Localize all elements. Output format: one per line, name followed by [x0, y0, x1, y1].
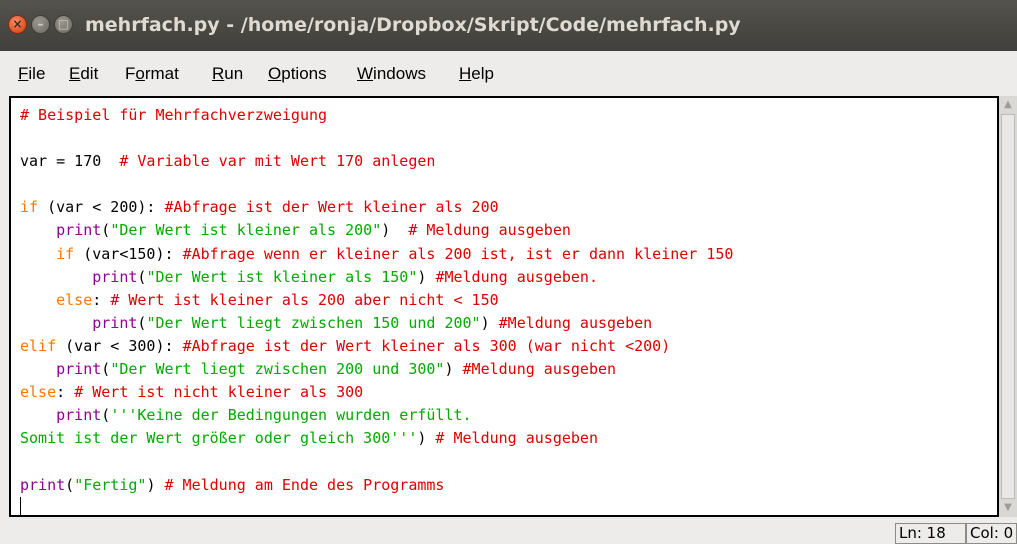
- code-token: if: [20, 198, 39, 217]
- maximize-window-button[interactable]: □: [54, 15, 73, 34]
- code-token: var = 170: [20, 152, 120, 171]
- code-line[interactable]: # Beispiel für Mehrfachverzweigung: [20, 106, 327, 124]
- maximize-icon: □: [57, 17, 70, 31]
- code-line[interactable]: print('''Keine der Bedingungen wurden er…: [20, 406, 472, 425]
- menu-run[interactable]: Run: [212, 51, 243, 95]
- column-indicator: Col: 0: [966, 523, 1017, 544]
- code-token: "Der Wert liegt zwischen 200 und 300": [110, 360, 445, 379]
- code-token: # Variable var mit Wert 170 anlegen: [119, 152, 436, 171]
- code-token: # Beispiel für Mehrfachverzweigung: [20, 106, 328, 124]
- code-token: elif: [20, 336, 57, 355]
- code-token: ): [417, 267, 436, 286]
- minimize-icon: –: [37, 17, 44, 31]
- code-token: :: [92, 290, 111, 309]
- code-token: print: [56, 406, 102, 425]
- code-token: "Der Wert ist kleiner als 150": [146, 267, 418, 286]
- menu-windows[interactable]: Windows: [357, 51, 426, 95]
- scroll-down-arrow-icon[interactable]: ▼: [999, 500, 1017, 516]
- code-token: Somit ist der Wert größer oder gleich 30…: [20, 429, 418, 448]
- text-cursor: [20, 496, 21, 515]
- code-token: #Abfrage ist der Wert kleiner als 200: [164, 198, 499, 217]
- code-token: # Meldung ausgeben: [408, 221, 571, 240]
- code-token: print: [56, 360, 102, 379]
- code-line[interactable]: print("Der Wert liegt zwischen 150 und 2…: [20, 314, 652, 332]
- code-line[interactable]: if (var < 200): #Abfrage ist der Wert kl…: [20, 198, 499, 216]
- code-token: #Abfrage wenn er kleiner als 200 ist, is…: [182, 244, 734, 263]
- code-token: #Meldung ausgeben: [462, 360, 617, 379]
- code-token: ): [480, 313, 499, 332]
- code-token: # Wert ist nicht kleiner als 300: [74, 383, 364, 402]
- code-token: ): [444, 360, 463, 379]
- code-token: # Wert ist kleiner als 200 aber nicht < …: [110, 290, 499, 309]
- code-token: (: [101, 221, 111, 240]
- code-token: print: [92, 267, 138, 286]
- code-token: print: [56, 221, 102, 240]
- scroll-up-arrow-icon[interactable]: ▲: [999, 97, 1017, 113]
- menu-options[interactable]: Options: [268, 51, 327, 95]
- code-token: # Meldung ausgeben: [435, 429, 598, 448]
- code-line[interactable]: else: # Wert ist nicht kleiner als 300: [20, 383, 363, 401]
- code-line[interactable]: print("Der Wert ist kleiner als 200") # …: [20, 221, 571, 239]
- close-icon: ×: [12, 17, 23, 31]
- code-editor[interactable]: # Beispiel für Mehrfachverzweigung var =…: [9, 96, 999, 517]
- code-token: (: [101, 406, 111, 425]
- code-token: (var < 300):: [56, 336, 183, 355]
- code-line[interactable]: if (var<150): #Abfrage wenn er kleiner a…: [20, 245, 733, 263]
- menu-bar: File Edit Format Run Options Windows Hel…: [0, 51, 1017, 95]
- menu-format[interactable]: Format: [125, 51, 179, 95]
- code-line[interactable]: else: # Wert ist kleiner als 200 aber ni…: [20, 291, 499, 309]
- menu-file[interactable]: File: [18, 51, 45, 95]
- code-line[interactable]: Somit ist der Wert größer oder gleich 30…: [20, 429, 598, 447]
- code-token: print: [92, 313, 138, 332]
- code-token: (var<150):: [74, 244, 183, 263]
- code-token: "Fertig": [74, 475, 147, 494]
- code-token: #Meldung ausgeben: [498, 313, 653, 332]
- minimize-window-button[interactable]: –: [31, 15, 50, 34]
- vertical-scrollbar[interactable]: ▲ ▼: [999, 96, 1017, 517]
- code-line[interactable]: [20, 496, 21, 515]
- menu-help[interactable]: Help: [459, 51, 494, 95]
- code-token: # Meldung am Ende des Programms: [164, 475, 445, 494]
- code-token: "Der Wert ist kleiner als 200": [110, 221, 382, 240]
- code-token: else: [20, 383, 57, 402]
- code-token: (: [65, 475, 75, 494]
- code-token: if: [56, 244, 75, 263]
- code-token: print: [20, 475, 66, 494]
- code-text[interactable]: # Beispiel für Mehrfachverzweigung var =…: [20, 104, 733, 515]
- code-token: (: [101, 360, 111, 379]
- code-token: ): [146, 475, 165, 494]
- code-token: :: [56, 383, 75, 402]
- code-line[interactable]: print("Der Wert ist kleiner als 150") #M…: [20, 268, 598, 286]
- code-token: else: [56, 290, 93, 309]
- code-token: '''Keine der Bedingungen wurden erfüllt.: [110, 406, 472, 425]
- scrollbar-thumb[interactable]: [1001, 114, 1015, 499]
- code-token: #Abfrage ist der Wert kleiner als 300 (w…: [182, 336, 671, 355]
- code-token: ): [381, 221, 409, 240]
- code-line[interactable]: var = 170 # Variable var mit Wert 170 an…: [20, 152, 435, 170]
- close-window-button[interactable]: ×: [8, 15, 27, 34]
- window-title: mehrfach.py - /home/ronja/Dropbox/Skript…: [85, 14, 741, 36]
- code-line[interactable]: elif (var < 300): #Abfrage ist der Wert …: [20, 337, 670, 355]
- code-token: "Der Wert liegt zwischen 150 und 200": [146, 313, 481, 332]
- title-bar[interactable]: × – □ mehrfach.py - /home/ronja/Dropbox/…: [0, 0, 1017, 51]
- code-token: #Meldung ausgeben.: [435, 267, 598, 286]
- status-bar: Ln: 18 Col: 0: [0, 517, 1017, 544]
- code-token: ): [417, 429, 436, 448]
- code-token: (var < 200):: [38, 198, 165, 217]
- line-indicator: Ln: 18: [895, 523, 966, 544]
- code-line[interactable]: print("Der Wert liegt zwischen 200 und 3…: [20, 360, 616, 378]
- code-line[interactable]: print("Fertig") # Meldung am Ende des Pr…: [20, 476, 444, 494]
- menu-edit[interactable]: Edit: [69, 51, 98, 95]
